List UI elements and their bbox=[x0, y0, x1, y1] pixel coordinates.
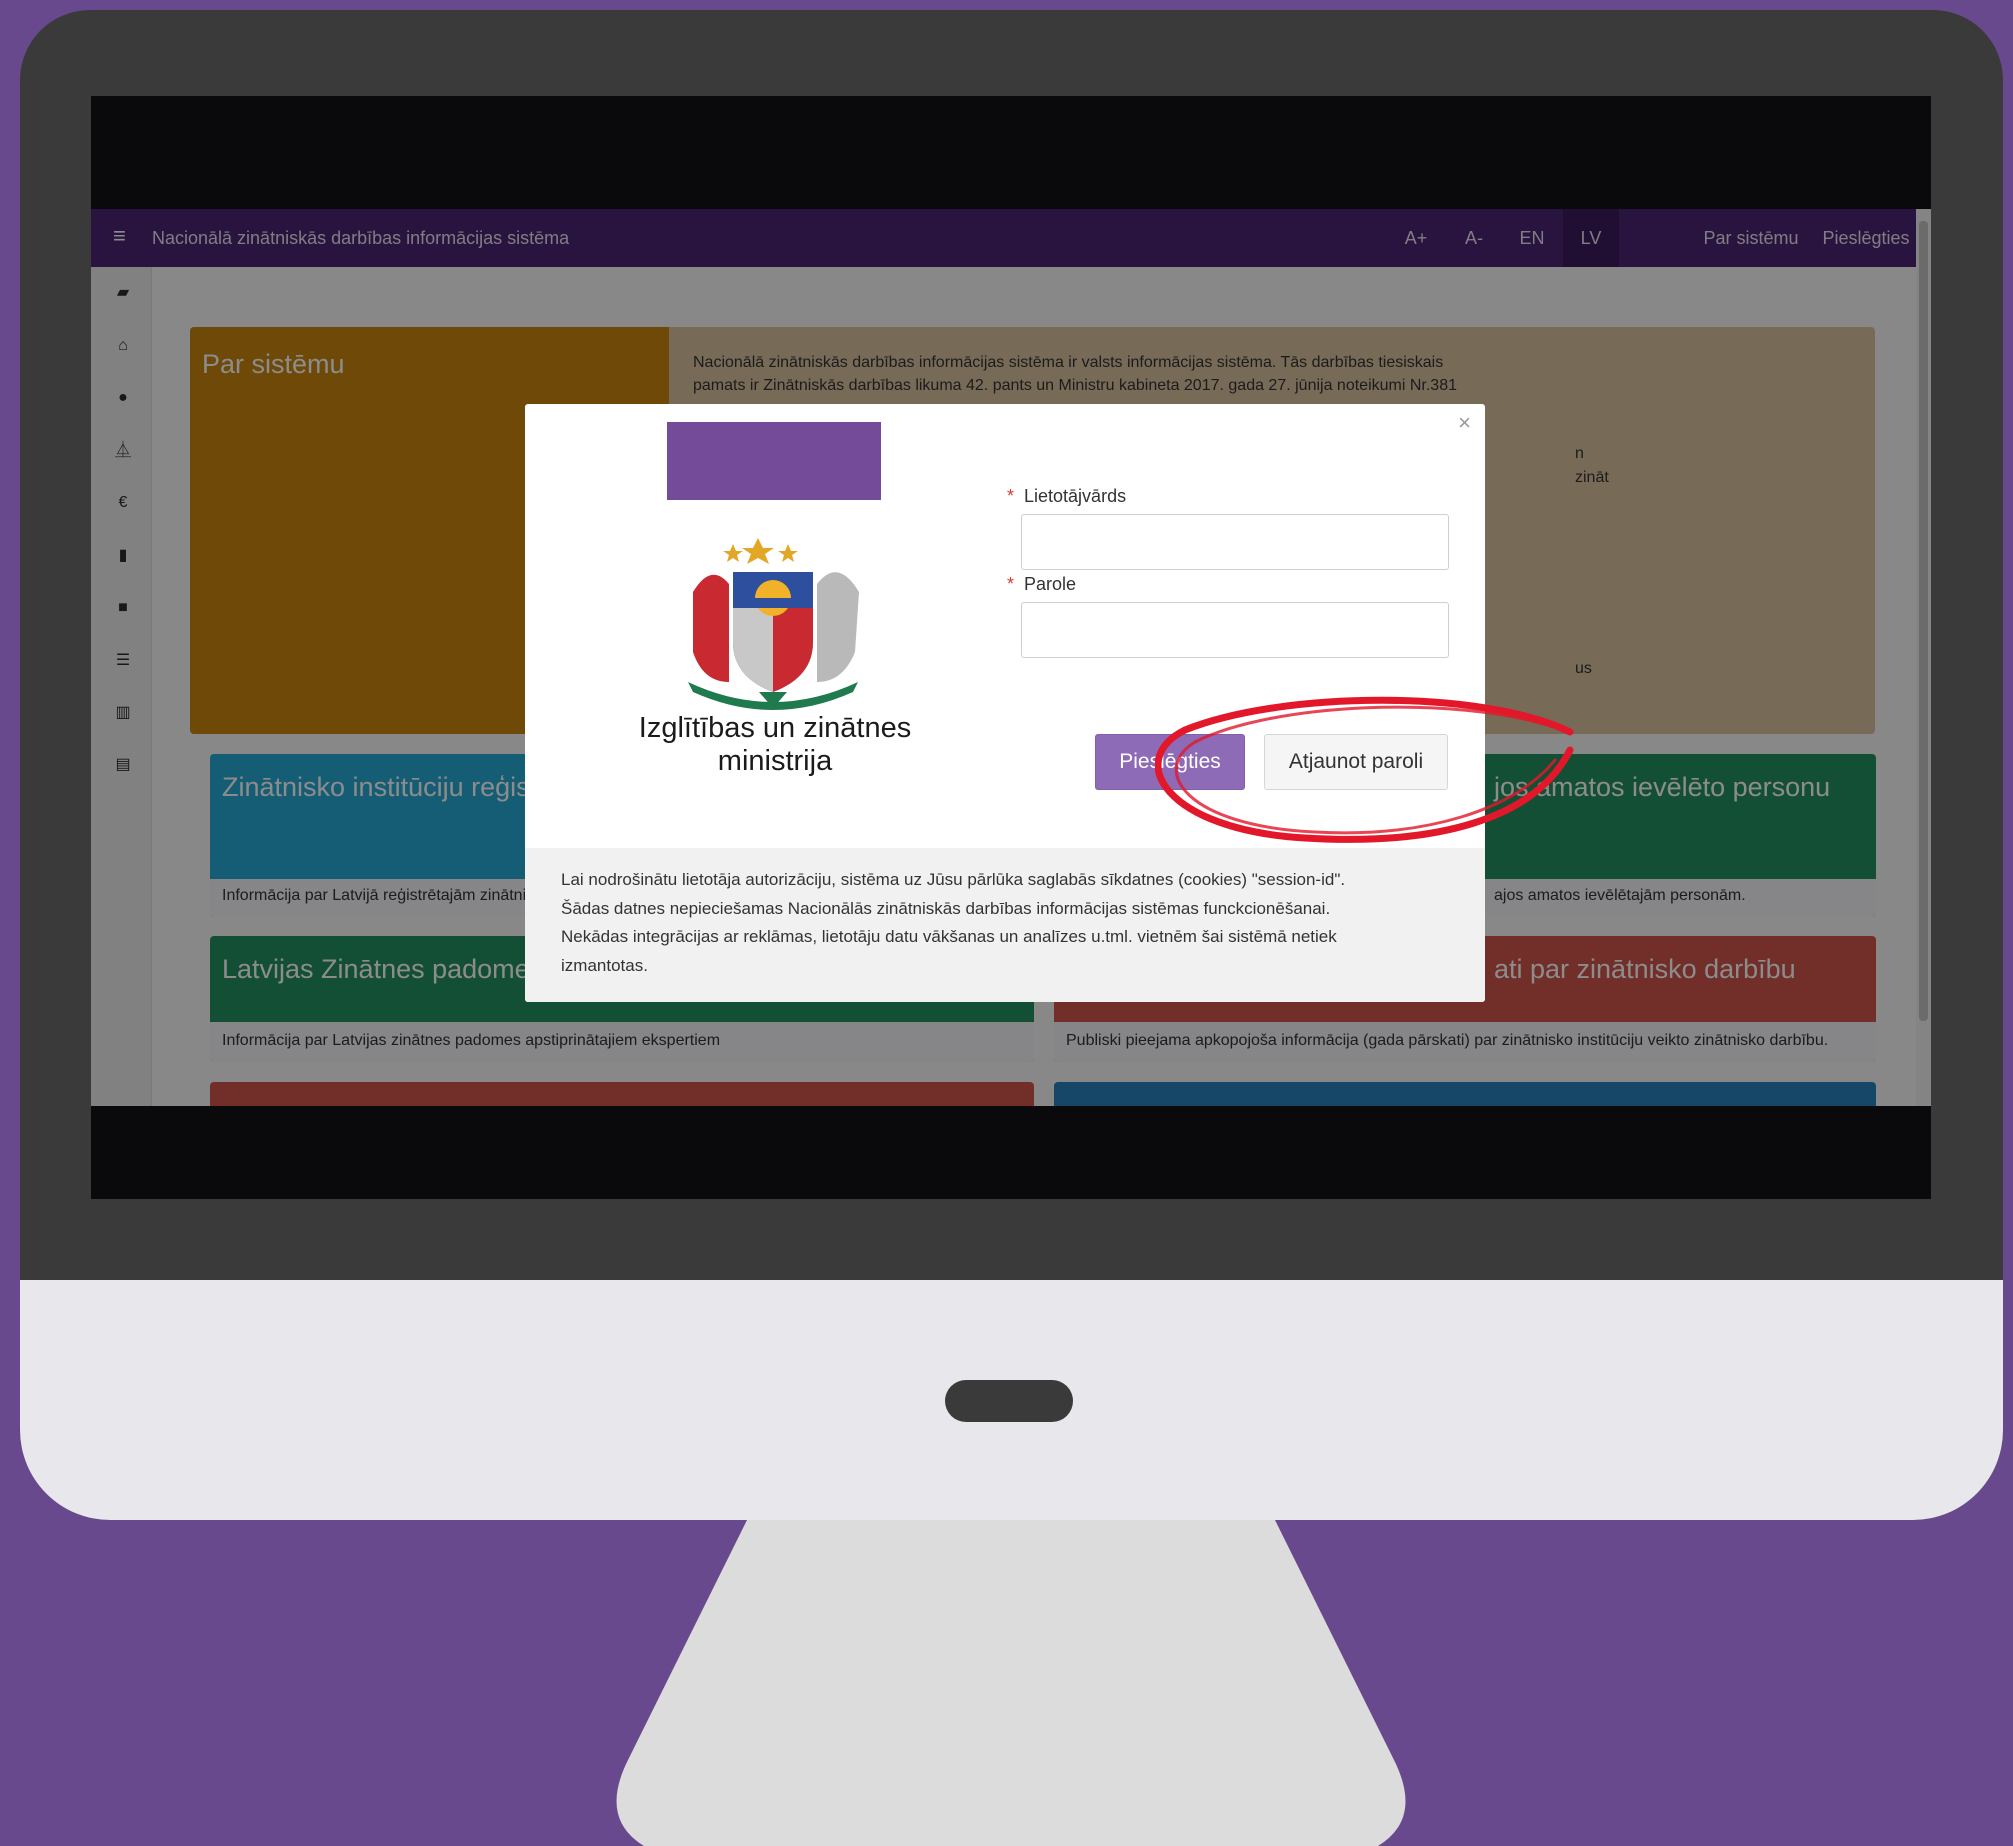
login-modal: × Izglītības un zinātnes ministrija * Li… bbox=[525, 404, 1485, 1002]
cookie-notice-line: Šādas datnes nepieciešamas Nacionālās zi… bbox=[561, 898, 1331, 918]
required-marker: * bbox=[1007, 574, 1015, 594]
monitor-frame: ≡ Nacionālā zinātniskās darbības informā… bbox=[20, 10, 2003, 1520]
cookie-notice-line: Lai nodrošinātu lietotāja autorizāciju, … bbox=[561, 870, 1346, 889]
monitor-logo bbox=[945, 1380, 1073, 1422]
required-marker: * bbox=[1007, 486, 1015, 506]
coat-of-arms-icon bbox=[688, 538, 859, 710]
close-icon[interactable]: × bbox=[1458, 410, 1471, 436]
monitor-chin bbox=[20, 1280, 2003, 1520]
username-input[interactable] bbox=[1021, 514, 1449, 570]
reset-password-button[interactable]: Atjaunot paroli bbox=[1264, 734, 1448, 790]
username-label: * Lietotājvārds bbox=[1007, 486, 1126, 507]
browser-page: ≡ Nacionālā zinātniskās darbības informā… bbox=[91, 209, 1931, 1106]
cookie-notice: Lai nodrošinātu lietotāja autorizāciju, … bbox=[525, 848, 1485, 1002]
cookie-notice-line: izmantotas. bbox=[561, 955, 648, 975]
cookie-notice-line: Nekādas integrācijas ar reklāmas, lietot… bbox=[561, 927, 1337, 946]
login-button[interactable]: Pieslēgties bbox=[1095, 734, 1245, 790]
logo-banner bbox=[667, 422, 881, 500]
password-input[interactable] bbox=[1021, 602, 1449, 658]
monitor-screen: ≡ Nacionālā zinātniskās darbības informā… bbox=[91, 96, 1931, 1199]
ministry-name: Izglītības un zinātnes ministrija bbox=[615, 712, 935, 778]
username-label-text: Lietotājvārds bbox=[1024, 486, 1127, 506]
ministry-name-line-1: Izglītības un zinātnes bbox=[638, 712, 912, 744]
monitor-stand bbox=[616, 1518, 1406, 1846]
password-label: * Parole bbox=[1007, 574, 1076, 595]
ministry-name-line-2: ministrija bbox=[717, 745, 833, 777]
password-label-text: Parole bbox=[1024, 574, 1077, 594]
